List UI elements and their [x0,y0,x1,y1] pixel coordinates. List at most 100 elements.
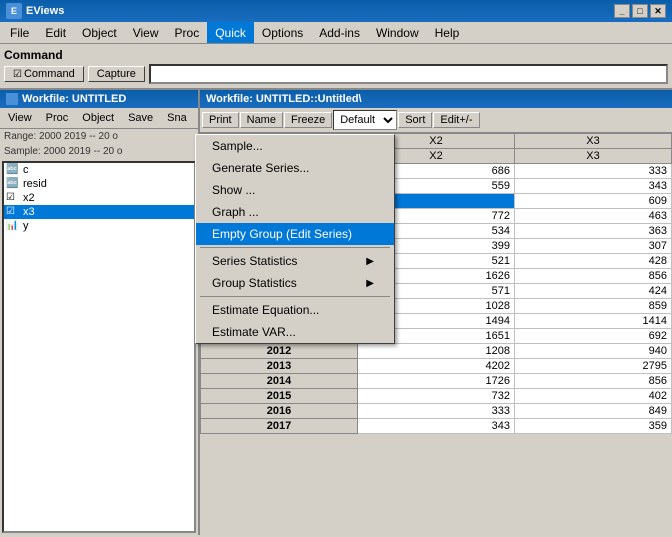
workfile-sna-btn[interactable]: Sna [161,110,193,126]
menu-item-graph[interactable]: Graph ... [196,201,394,223]
workfile-range: Range: 2000 2019 -- 20 o [0,129,198,144]
menu-object[interactable]: Object [74,22,125,43]
x3-cell-2007[interactable]: 856 [515,269,672,284]
menu-separator-2 [200,296,390,297]
command-area: Command ☑ Command Capture [0,44,672,90]
command-input[interactable] [149,64,668,84]
name-btn[interactable]: Name [240,112,283,128]
menu-options[interactable]: Options [254,22,311,43]
menu-bar: File Edit Object View Proc Quick Options… [0,22,672,44]
x2-cell-2017[interactable]: 343 [358,419,515,434]
list-item-resid[interactable]: 🔤 resid [4,177,194,191]
group-icon-y: 📊 [6,220,20,232]
workfile-list: 🔤 c 🔤 resid ☑ x2 ☑ x3 📊 y [2,161,196,533]
workfile-panel: Workfile: UNTITLED View Proc Object Save… [0,90,200,535]
workfile-sample: Sample: 2000 2019 -- 20 o [0,144,198,159]
x3-cell-2014[interactable]: 856 [515,374,672,389]
x3-cell-2013[interactable]: 2795 [515,359,672,374]
edit-btn[interactable]: Edit+/- [433,112,479,128]
x3-cell-2015[interactable]: 402 [515,389,672,404]
list-item-y[interactable]: 📊 y [4,219,194,233]
x2-cell-2013[interactable]: 4202 [358,359,515,374]
x3-cell-2001[interactable]: 343 [515,179,672,194]
close-btn[interactable]: ✕ [650,4,666,18]
title-bar-controls: _ □ ✕ [614,4,666,18]
workfile-object-btn[interactable]: Object [76,110,120,126]
menu-edit[interactable]: Edit [37,22,74,43]
capture-button[interactable]: Capture [88,66,145,82]
list-item-x2[interactable]: ☑ x2 [4,191,194,205]
x3-cell-2011[interactable]: 692 [515,329,672,344]
data-toolbar: Print Name Freeze Default None Custom So… [200,108,672,133]
app-icon: E [6,3,22,19]
command-input-row: ☑ Command Capture [4,64,668,84]
x3-cell-2000[interactable]: 333 [515,164,672,179]
menu-item-estimate-equation[interactable]: Estimate Equation... [196,299,394,321]
workfile-view-btn[interactable]: View [2,110,38,126]
menu-item-estimate-var[interactable]: Estimate VAR... [196,321,394,343]
x2-cell-2016[interactable]: 333 [358,404,515,419]
x3-cell-2006[interactable]: 428 [515,254,672,269]
menu-help[interactable]: Help [427,22,468,43]
x3-cell-2010[interactable]: 1414 [515,314,672,329]
workfile-panel-title: Workfile: UNTITLED [0,90,198,108]
menu-view[interactable]: View [125,22,167,43]
menu-quick[interactable]: Quick [207,22,254,43]
default-select[interactable]: Default None Custom [333,110,397,130]
menu-separator-1 [200,247,390,248]
data-panel-title: Workfile: UNTITLED::Untitled\ [200,90,672,108]
year-cell-2017: 2017 [201,419,358,434]
x3-cell-2004[interactable]: 363 [515,224,672,239]
year-cell-2014: 2014 [201,374,358,389]
quick-menu: Sample... Generate Series... Show ... Gr… [195,134,395,344]
menu-item-group-statistics[interactable]: Group Statistics ▶ [196,272,394,294]
menu-window[interactable]: Window [368,22,427,43]
title-bar: E EViews _ □ ✕ [0,0,672,22]
year-cell-2015: 2015 [201,389,358,404]
check-icon: ☑ [13,69,22,80]
x3-cell-2012[interactable]: 940 [515,344,672,359]
menu-item-sample[interactable]: Sample... [196,135,394,157]
year-cell-2016: 2016 [201,404,358,419]
x3-cell-2005[interactable]: 307 [515,239,672,254]
list-item-c[interactable]: 🔤 c [4,163,194,177]
x3-cell-2003[interactable]: 463 [515,209,672,224]
col-subheader-x3: X3 [515,149,672,164]
series-icon-x2: ☑ [6,192,20,204]
menu-file[interactable]: File [2,22,37,43]
submenu-arrow-group: ▶ [366,278,374,289]
submenu-arrow-series: ▶ [366,256,374,267]
menu-proc[interactable]: Proc [167,22,208,43]
x3-cell-2008[interactable]: 424 [515,284,672,299]
x3-cell-2002[interactable]: 609 [515,194,672,209]
menu-item-generate-series[interactable]: Generate Series... [196,157,394,179]
x3-cell-2009[interactable]: 859 [515,299,672,314]
command-button[interactable]: ☑ Command [4,66,84,82]
x3-cell-2017[interactable]: 359 [515,419,672,434]
x2-cell-2015[interactable]: 732 [358,389,515,404]
menu-item-series-statistics[interactable]: Series Statistics ▶ [196,250,394,272]
alpha-icon-resid: 🔤 [6,178,20,190]
minimize-btn[interactable]: _ [614,4,630,18]
command-label: Command [4,48,668,62]
menu-addins[interactable]: Add-ins [311,22,368,43]
sort-btn[interactable]: Sort [398,112,432,128]
x2-cell-2014[interactable]: 1726 [358,374,515,389]
workfile-icon [6,93,18,105]
x2-cell-2012[interactable]: 1208 [358,344,515,359]
workfile-save-btn[interactable]: Save [122,110,159,126]
alpha-icon-c: 🔤 [6,164,20,176]
menu-item-empty-group[interactable]: Empty Group (Edit Series) [196,223,394,245]
print-btn[interactable]: Print [202,112,239,128]
workfile-toolbar: View Proc Object Save Sna [0,108,198,129]
maximize-btn[interactable]: □ [632,4,648,18]
freeze-btn[interactable]: Freeze [284,112,332,128]
year-cell-2013: 2013 [201,359,358,374]
list-item-x3[interactable]: ☑ x3 [4,205,194,219]
menu-item-show[interactable]: Show ... [196,179,394,201]
series-icon-x3: ☑ [6,206,20,218]
workfile-proc-btn[interactable]: Proc [40,110,75,126]
year-cell-2012: 2012 [201,344,358,359]
x3-cell-2016[interactable]: 849 [515,404,672,419]
col-header-x3: X3 [515,134,672,149]
